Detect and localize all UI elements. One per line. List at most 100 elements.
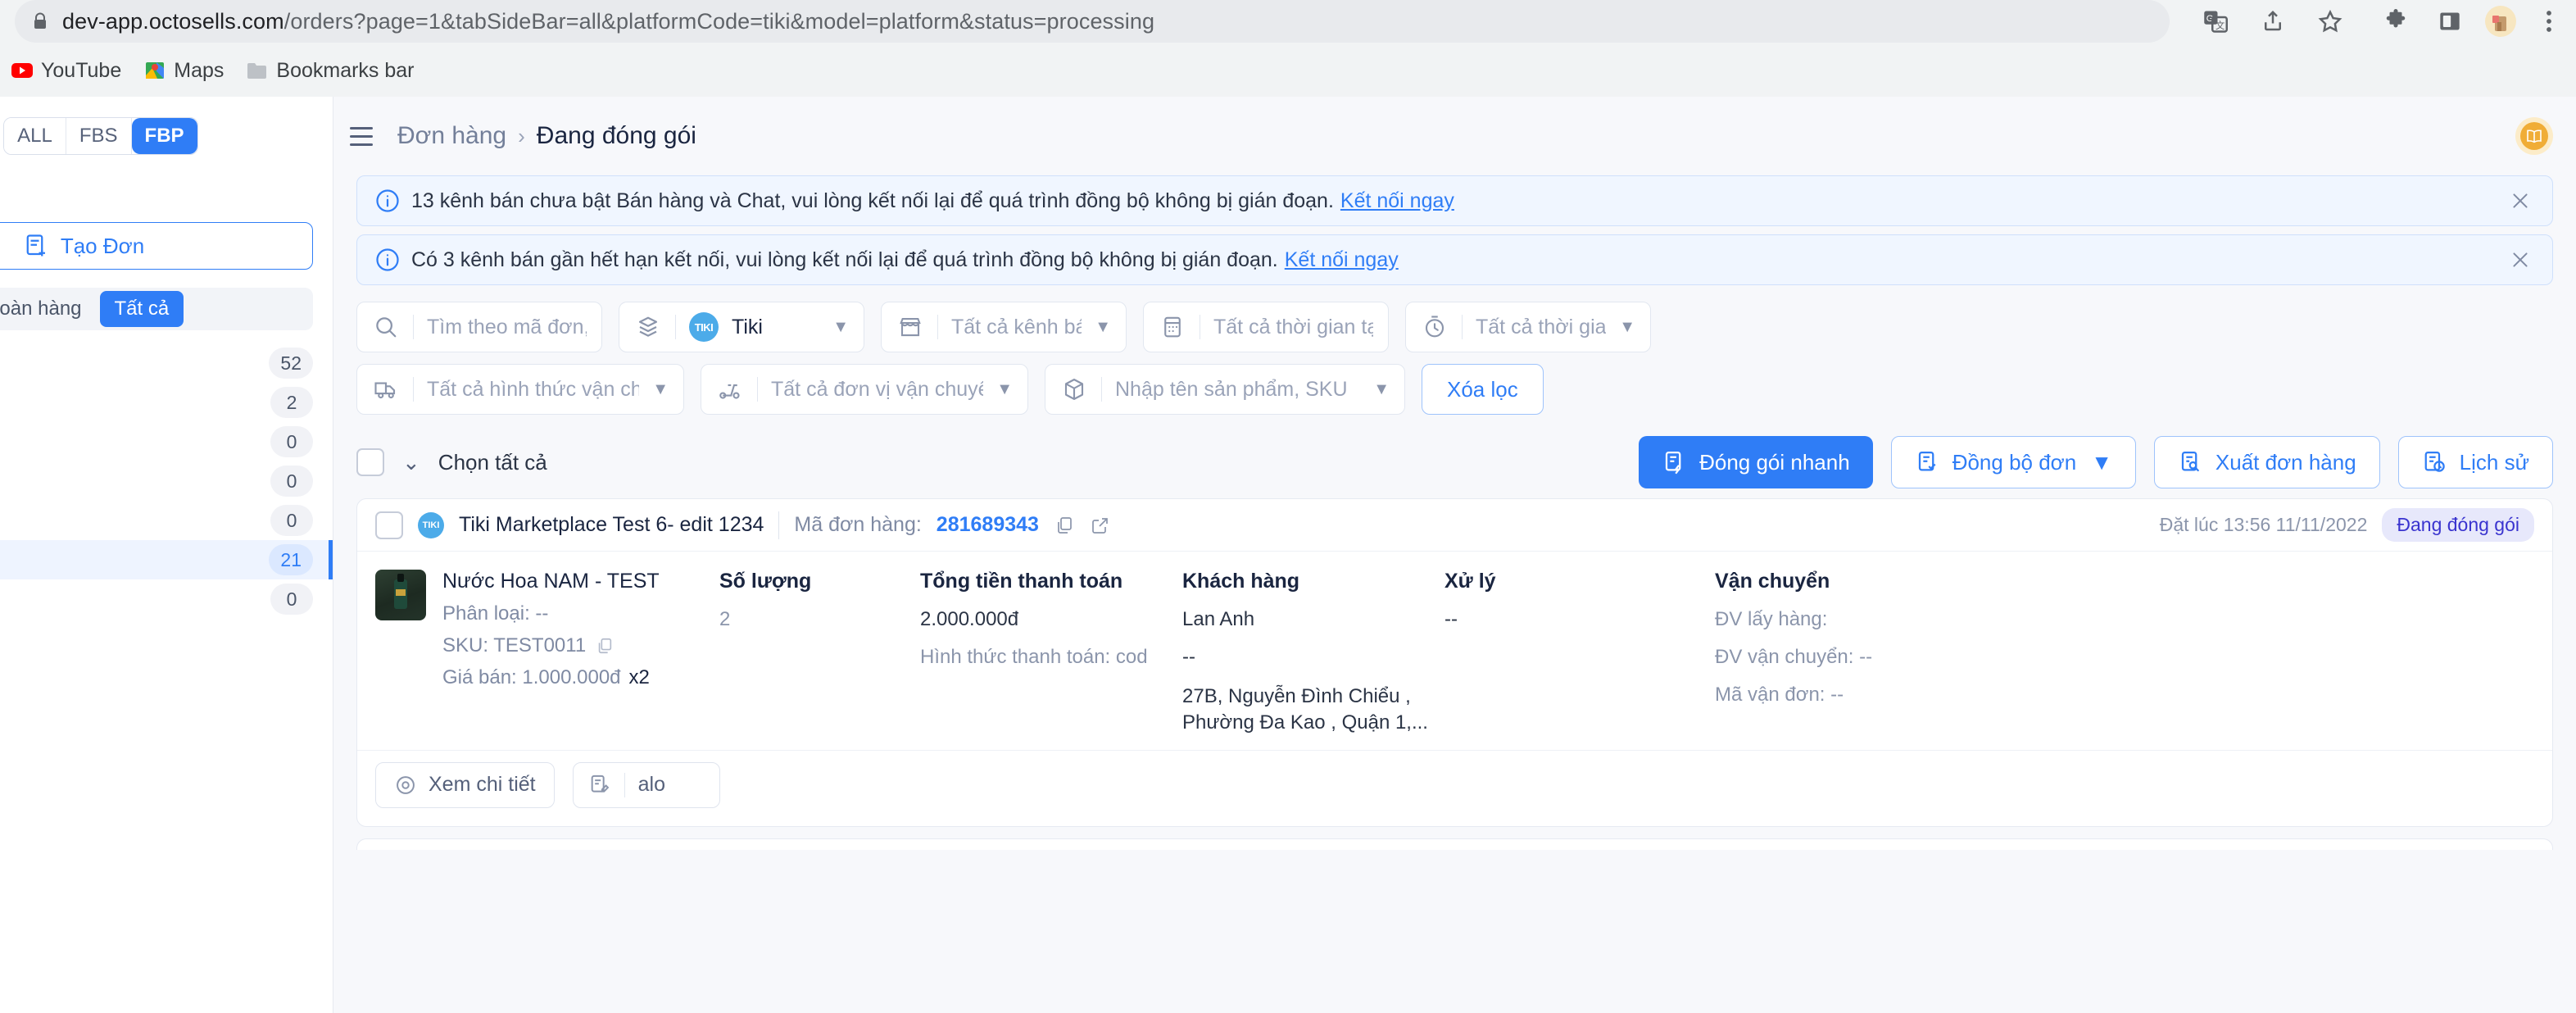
- sidebar-item-thieu-hang[interactable]: Thiếu hàng 0: [0, 422, 333, 461]
- copy-icon[interactable]: [594, 635, 615, 656]
- order-placed-time: Đặt lúc 13:56 11/11/2022: [2159, 514, 2368, 535]
- bookmark-label: Bookmarks bar: [276, 58, 415, 82]
- column-header: Tổng tiền thanh toán: [920, 570, 1123, 593]
- chevron-down-icon: ▼: [1095, 317, 1111, 336]
- create-order-label: Tạo Đơn: [60, 233, 145, 258]
- bookmark-youtube[interactable]: YouTube: [0, 54, 133, 88]
- product-search-select[interactable]: Nhập tên sản phẩm, SKU ▼: [1045, 364, 1405, 415]
- address-bar[interactable]: dev-app.octosells.com/orders?page=1&tabS…: [15, 0, 2170, 43]
- sidebar-item-dang-dong-goi[interactable]: Đang đóng gói 21: [0, 540, 333, 579]
- product-name: Nước Hoa NAM - TEST: [442, 570, 660, 593]
- order-code-label: Mã đơn hàng:: [794, 513, 922, 536]
- extensions-icon[interactable]: [2378, 3, 2414, 39]
- sidebar-item-cho-san-xu-ly[interactable]: Chờ sàn xử lý 2: [0, 383, 333, 422]
- note-edit-icon: [588, 774, 611, 797]
- segment-all[interactable]: ALL: [4, 118, 66, 154]
- order-code[interactable]: 281689343: [937, 513, 1039, 537]
- create-time-filter[interactable]: Tất cả thời gian tạo đơn: [1143, 302, 1389, 352]
- clear-filter-button[interactable]: Xóa lọc: [1422, 364, 1544, 415]
- tab-tat-ca[interactable]: Tất cả: [99, 291, 184, 327]
- carrier-select[interactable]: Tất cả đơn vị vận chuyển ▼: [701, 364, 1028, 415]
- select-all-checkbox[interactable]: [356, 448, 384, 476]
- close-icon[interactable]: [2506, 187, 2534, 215]
- segment-fbp[interactable]: FBP: [131, 118, 197, 154]
- bookmark-folder[interactable]: Bookmarks bar: [235, 54, 425, 88]
- field-divider: [413, 377, 414, 402]
- next-order-card-peek: [356, 838, 2553, 850]
- close-icon[interactable]: [2506, 246, 2534, 274]
- bookmark-maps[interactable]: Maps: [133, 54, 235, 88]
- product-column: Nước Hoa NAM - TEST Phân loại: -- SKU: T…: [375, 570, 719, 737]
- history-button[interactable]: Lịch sử: [2397, 436, 2553, 488]
- translate-icon[interactable]: G文: [2197, 3, 2234, 39]
- quick-pack-label: Đóng gói nhanh: [1699, 449, 1850, 475]
- lock-icon: [33, 12, 48, 30]
- chrome-menu-icon[interactable]: [2538, 3, 2560, 39]
- sidebar-item-cho-ban-giao[interactable]: Chờ bàn giao 0: [0, 579, 333, 619]
- field-divider: [1462, 315, 1463, 339]
- processing-value: --: [1444, 608, 1458, 630]
- sync-orders-button[interactable]: Đồng bộ đơn ▼: [1890, 436, 2136, 488]
- profile-avatar-icon[interactable]: [2483, 3, 2519, 39]
- channel-select[interactable]: Tất cả kênh bán ▼: [881, 302, 1127, 352]
- banner-link[interactable]: Kết nối ngay: [1340, 189, 1454, 213]
- bookmark-star-icon[interactable]: [2312, 3, 2348, 39]
- sidebar-item-huy-mot-phan[interactable]: Hủy một phần 0: [0, 461, 333, 501]
- product-sku: SKU: TEST0011: [442, 634, 660, 657]
- payment-method: Hình thức thanh toán: cod: [920, 646, 1148, 668]
- field-divider: [675, 315, 676, 339]
- calendar-icon: [1159, 313, 1186, 341]
- export-orders-button[interactable]: Xuất đơn hàng: [2153, 436, 2380, 488]
- segment-fbs[interactable]: FBS: [66, 118, 132, 154]
- search-placeholder: Tìm theo mã đơn, vận đơn, SĐ: [427, 315, 587, 338]
- process-time-filter[interactable]: Tất cả thời gian xử lý ▼: [1405, 302, 1651, 352]
- bulk-actions-row: ⌄ Chọn tất cả Đóng gói nhanh Đồng bộ đơn…: [333, 426, 2576, 498]
- tab-hoan-hang[interactable]: Hoàn hàng: [0, 291, 97, 327]
- order-select-checkbox[interactable]: [375, 511, 403, 539]
- external-link-icon[interactable]: [1090, 515, 1111, 536]
- breadcrumb-parent[interactable]: Đơn hàng: [397, 122, 506, 150]
- hamburger-icon[interactable]: [350, 119, 384, 153]
- sidebar-subtitle: Chờ xử lý: [0, 175, 333, 214]
- chevron-down-icon[interactable]: ⌄: [402, 450, 420, 475]
- bookmark-label: Maps: [174, 58, 224, 82]
- shipping-mode-select[interactable]: Tất cả hình thức vận chuyển ▼: [356, 364, 684, 415]
- info-circle-icon: [375, 189, 400, 213]
- store-icon: [896, 313, 924, 341]
- main-content: Đơn hàng › Đang đóng gói 13 kênh bán chư…: [333, 97, 2576, 1013]
- side-panel-icon[interactable]: [2432, 3, 2468, 39]
- copy-icon[interactable]: [1054, 515, 1075, 536]
- pickup-unit: ĐV lấy hàng:: [1715, 608, 1828, 630]
- banner-text: 13 kênh bán chưa bật Bán hàng và Chat, v…: [411, 189, 1334, 212]
- product-price: Giá bán: 1.000.000đ x2: [442, 666, 660, 689]
- sidebar-item-tat-ca[interactable]: Tất cả 52: [0, 343, 333, 383]
- fulfillment-segmented-control: ALL FBS FBP: [3, 117, 198, 155]
- note-value: alo: [637, 773, 665, 797]
- history-icon: [2422, 449, 2448, 475]
- search-input[interactable]: Tìm theo mã đơn, vận đơn, SĐ: [356, 302, 602, 352]
- platform-select[interactable]: TIKI Tiki ▼: [619, 302, 864, 352]
- youtube-icon: [11, 60, 33, 81]
- chevron-down-icon: ▼: [1619, 317, 1635, 336]
- share-icon[interactable]: [2255, 3, 2291, 39]
- quick-pack-icon: [1662, 449, 1688, 475]
- sync-orders-label: Đồng bộ đơn: [1952, 449, 2077, 475]
- order-note-input[interactable]: alo: [572, 761, 720, 808]
- layers-icon: [634, 313, 662, 341]
- sidebar: Đơn hàng ALL FBS FBP Chờ xử lý Tạo Đơn Đ…: [0, 97, 333, 1013]
- banner-channels-not-enabled: 13 kênh bán chưa bật Bán hàng và Chat, v…: [356, 175, 2553, 226]
- status-count: 52: [269, 348, 313, 379]
- total-payment-column: Tổng tiền thanh toán 2.000.000đ Hình thứ…: [920, 570, 1182, 737]
- banner-link[interactable]: Kết nối ngay: [1285, 248, 1399, 272]
- create-order-button[interactable]: Tạo Đơn: [0, 222, 313, 270]
- quick-pack-button[interactable]: Đóng gói nhanh: [1639, 436, 1873, 488]
- history-label: Lịch sử: [2459, 449, 2529, 475]
- product-variant: Phân loại: --: [442, 602, 660, 625]
- book-avatar-icon[interactable]: [2515, 117, 2553, 155]
- order-card-body: Nước Hoa NAM - TEST Phân loại: -- SKU: T…: [357, 552, 2552, 743]
- sidebar-item-cho-dong-goi[interactable]: Chờ đóng gói 0: [0, 501, 333, 540]
- tiki-logo-icon: TIKI: [418, 511, 444, 538]
- column-header: Khách hàng: [1182, 570, 1300, 593]
- view-detail-button[interactable]: Xem chi tiết: [375, 761, 555, 808]
- shipping-mode-placeholder: Tất cả hình thức vận chuyển: [427, 377, 640, 401]
